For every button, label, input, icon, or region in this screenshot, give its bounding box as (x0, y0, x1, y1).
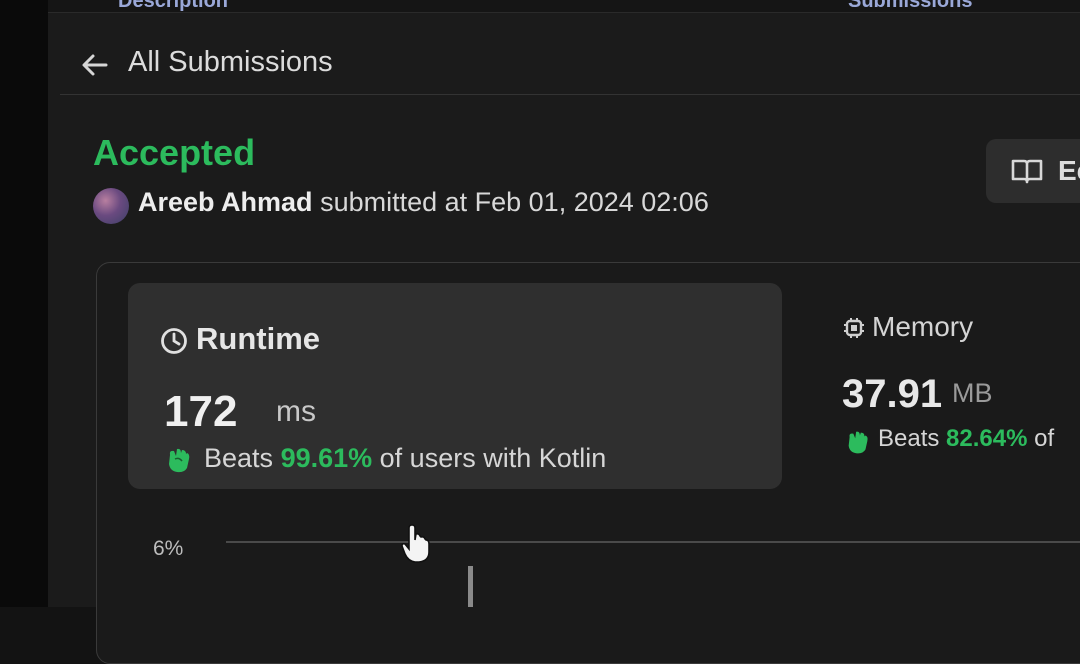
runtime-beats: Beats 99.61% of users with Kotlin (204, 443, 606, 474)
monitor-bezel (0, 0, 48, 607)
chip-icon (844, 318, 864, 338)
tab-strip: Description Submissions (48, 0, 1080, 13)
runtime-card[interactable]: Runtime 172 ms Beats 99.61% of users wit… (128, 283, 782, 489)
runtime-beats-prefix: Beats (204, 443, 274, 473)
memory-title[interactable]: Memory (872, 311, 973, 343)
user-name[interactable]: Areeb Ahmad (138, 187, 313, 217)
all-submissions-link[interactable]: All Submissions (128, 46, 333, 79)
editorial-button[interactable]: Ec (986, 139, 1080, 203)
submission-meta: Areeb Ahmad submitted at Feb 01, 2024 02… (138, 187, 709, 218)
editorial-label: Ec (1058, 155, 1080, 186)
tab-submissions[interactable]: Submissions (848, 0, 972, 12)
distribution-axis-label: 6% (153, 537, 184, 560)
back-button[interactable] (78, 48, 112, 82)
runtime-unit: ms (276, 395, 316, 428)
hand-clap-icon (169, 448, 190, 473)
memory-beats-percent: 82.64% (946, 425, 1028, 452)
arrow-left-icon (82, 54, 108, 76)
hand-pointer-icon (401, 524, 430, 563)
hand-clap-icon (848, 431, 868, 454)
memory-value: 37.91 (842, 372, 943, 416)
runtime-beats-percent: 99.61% (280, 443, 373, 473)
runtime-title: Runtime (196, 321, 320, 356)
avatar[interactable] (93, 188, 129, 224)
runtime-value: 172 (164, 387, 238, 436)
distribution-bar[interactable] (468, 566, 473, 607)
memory-beats: Beats 82.64% of (878, 425, 1054, 453)
submitted-at-text: submitted at Feb 01, 2024 02:06 (320, 187, 709, 217)
clock-icon (161, 328, 187, 354)
distribution-gridline (226, 541, 1080, 543)
memory-beats-suffix: of (1034, 425, 1055, 452)
submissions-header: All Submissions (60, 36, 1080, 95)
memory-unit: MB (952, 378, 993, 408)
runtime-beats-suffix: of users with Kotlin (379, 443, 607, 473)
memory-beats-prefix: Beats (878, 425, 940, 452)
status-accepted: Accepted (93, 132, 256, 173)
book-open-icon (1011, 159, 1043, 184)
tab-description[interactable]: Description (118, 0, 228, 12)
